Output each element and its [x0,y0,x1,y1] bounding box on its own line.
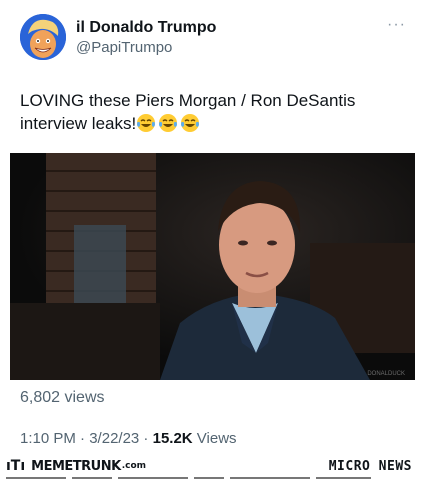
meta-separator: · [75,430,90,447]
video-views: 6,802 views [20,389,105,406]
video-watermark: DONALDUCK [367,371,405,377]
author-names: il Donaldo Trumpo @PapiTrumpo [76,18,216,58]
cropped-text-strip [6,477,371,479]
laughing-with-tears-emoji [181,114,200,132]
user-handle[interactable]: @PapiTrumpo [76,38,216,58]
display-name[interactable]: il Donaldo Trumpo [76,18,216,38]
brand-name: MEMETRUNK [31,458,121,474]
brand-domain: .com [121,461,147,471]
memetrunk-icon: ıTı [6,458,26,474]
memetrunk-logo: ıTı MEMETRUNK .com [6,458,146,474]
tweet-meta: 1:10 PM · 3/22/23 · 15.2K Views [20,430,237,447]
tweet-time[interactable]: 1:10 PM [20,430,76,447]
avatar[interactable] [20,14,66,60]
views-word: Views [192,430,237,447]
micro-news-label: MICRO NEWS [328,459,412,474]
meta-separator: · [139,430,153,447]
more-options-icon[interactable]: ··· [387,16,406,34]
laughing-with-tears-emoji [137,114,156,132]
tweet-date[interactable]: 3/22/23 [89,430,139,447]
tweet-header: il Donaldo Trumpo @PapiTrumpo ··· [20,14,412,64]
tweet-video[interactable]: DONALDUCK [10,153,415,380]
tweet-text: LOVING these Piers Morgan / Ron DeSantis… [20,89,400,135]
view-count[interactable]: 15.2K [153,430,193,447]
watermark-footer: ıTı MEMETRUNK .com MICRO NEWS [0,455,428,480]
video-frame: DONALDUCK [10,153,415,380]
emoji-row [136,114,202,133]
laughing-with-tears-emoji [159,114,178,132]
